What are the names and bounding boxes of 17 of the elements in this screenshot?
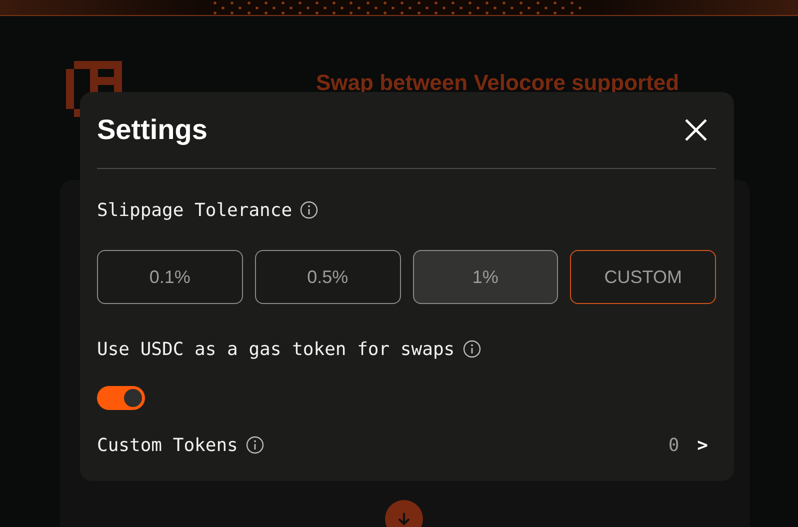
toggle-switch[interactable] bbox=[97, 386, 145, 410]
slippage-option[interactable]: CUSTOM bbox=[570, 250, 716, 304]
slippage-option[interactable]: 0.5% bbox=[254, 250, 400, 304]
close-icon[interactable] bbox=[684, 118, 708, 142]
setting-label: Use USDC as a gas token for swaps bbox=[97, 338, 455, 360]
slippage-option[interactable]: 1% bbox=[412, 250, 558, 304]
info-icon[interactable] bbox=[462, 340, 481, 358]
slippage-option[interactable]: 0.1% bbox=[97, 250, 243, 304]
dialog-title: Settings bbox=[97, 114, 208, 146]
info-icon[interactable] bbox=[246, 436, 264, 454]
setting-label: Slippage Tolerance bbox=[97, 200, 292, 220]
setting-label: Custom Tokens bbox=[97, 434, 238, 456]
page-subtitle: Swap between Velocore supported bbox=[316, 70, 680, 96]
chevron-link[interactable]: > bbox=[697, 434, 708, 456]
info-icon[interactable] bbox=[300, 201, 318, 219]
arrow-down-icon bbox=[397, 512, 411, 526]
token-count: 0 bbox=[668, 434, 680, 456]
